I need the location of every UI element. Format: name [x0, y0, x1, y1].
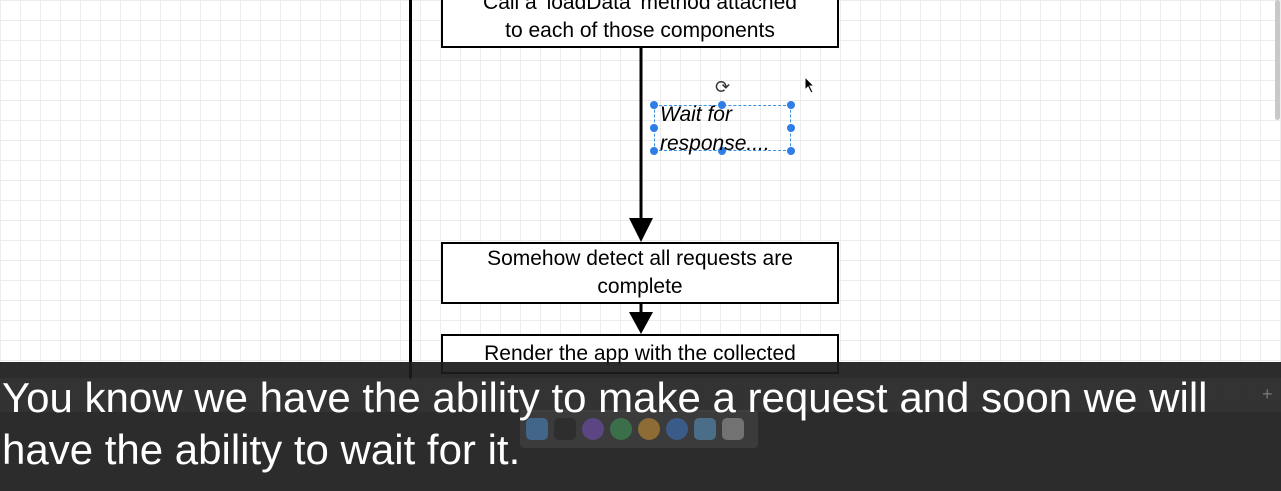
- caption-line-2: have the ability to wait for it.: [2, 426, 521, 473]
- selection-handle[interactable]: [650, 147, 658, 155]
- flow-box-load-data-text: Call a 'loadData' method attached to eac…: [483, 0, 797, 42]
- selection-handle[interactable]: [650, 101, 658, 109]
- mouse-pointer-icon: [804, 76, 816, 94]
- selection-handle[interactable]: [650, 124, 658, 132]
- flow-arrow-1: [629, 46, 653, 242]
- flow-box-load-data[interactable]: Call a 'loadData' method attached to eac…: [441, 0, 839, 48]
- wait-for-response-label[interactable]: Wait for response....: [660, 100, 790, 158]
- rotate-handle-icon[interactable]: ⟳: [715, 77, 730, 98]
- left-connector-line: [409, 0, 412, 380]
- video-caption: You know we have the ability to make a r…: [0, 372, 1281, 476]
- flow-box-detect-complete[interactable]: Somehow detect all requests are complete: [441, 242, 839, 304]
- vertical-scrollbar[interactable]: [1275, 0, 1280, 120]
- caption-line-1: You know we have the ability to make a r…: [2, 374, 1208, 421]
- flow-arrow-2: [629, 304, 653, 334]
